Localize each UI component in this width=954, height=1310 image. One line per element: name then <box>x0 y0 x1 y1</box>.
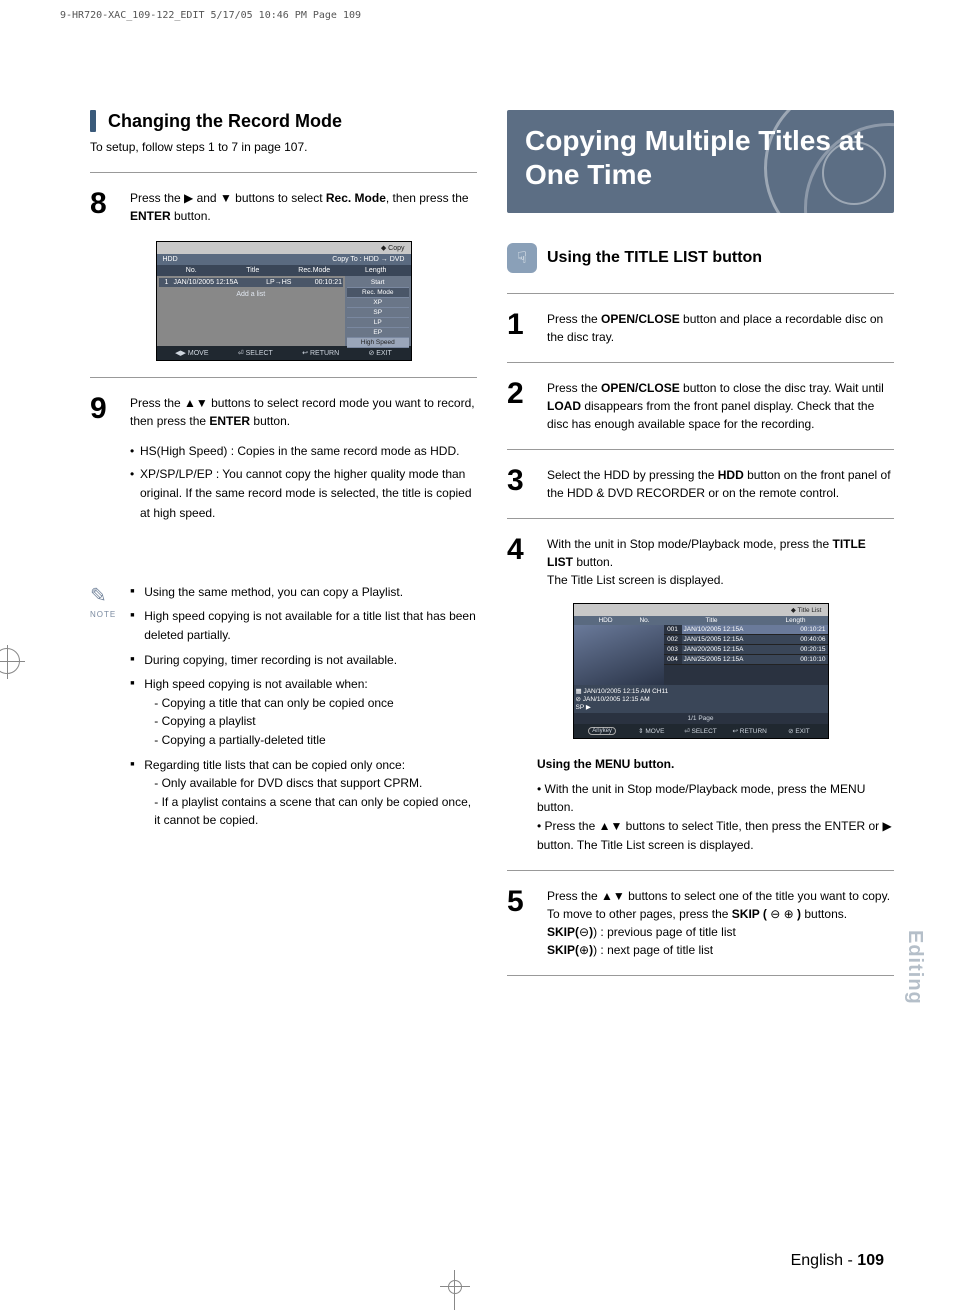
intro-text: To setup, follow steps 1 to 7 in page 10… <box>90 140 477 154</box>
feature-title-box: Copying Multiple Titles at One Time <box>507 110 894 213</box>
heading-change-record-mode: Changing the Record Mode <box>108 111 342 132</box>
note-list: Using the same method, you can copy a Pl… <box>130 583 477 836</box>
heading-accent <box>90 110 96 132</box>
page-footer: English - 109 <box>791 1252 884 1270</box>
step9-bullets: HS(High Speed) : Copies in the same reco… <box>130 442 477 523</box>
note-label: NOTE <box>90 610 116 619</box>
menu-button-section: Using the MENU button. • With the unit i… <box>537 755 894 854</box>
step-number-4: 4 <box>507 535 535 589</box>
subheading-title-list: Using the TITLE LIST button <box>547 249 762 267</box>
step-number-8: 8 <box>90 189 118 225</box>
step-number-9: 9 <box>90 394 118 430</box>
osd-title: ◆ Copy <box>157 242 411 254</box>
step-number-1: 1 <box>507 310 535 346</box>
right-column: Copying Multiple Titles at One Time ☟ Us… <box>507 110 894 992</box>
osd-title-list-screen: ◆ Title List HDDNo.TitleLength 001JAN/10… <box>573 603 829 739</box>
step-1-text: Press the OPEN/CLOSE button and place a … <box>547 310 894 346</box>
step-number-5: 5 <box>507 887 535 959</box>
osd-copy-screen: ◆ Copy HDDCopy To : HDD → DVD No.TitleRe… <box>156 241 412 361</box>
divider <box>90 377 477 378</box>
preview-thumbnail <box>574 625 664 685</box>
step-8-text: Press the ▶ and ▼ buttons to select Rec.… <box>130 189 477 225</box>
step-number-3: 3 <box>507 466 535 502</box>
divider <box>507 293 894 294</box>
side-tab-editing: Editing <box>903 930 926 1005</box>
left-column: Changing the Record Mode To setup, follo… <box>90 110 477 992</box>
step-5-text: Press the ▲▼ buttons to select one of th… <box>547 887 890 959</box>
divider <box>90 172 477 173</box>
step-2-text: Press the OPEN/CLOSE button to close the… <box>547 379 894 433</box>
note-icon: ✎ <box>90 583 116 608</box>
step-3-text: Select the HDD by pressing the HDD butto… <box>547 466 894 502</box>
hand-icon: ☟ <box>507 243 537 273</box>
step-9-text: Press the ▲▼ buttons to select record mo… <box>130 394 477 430</box>
note-icon-col: ✎ NOTE <box>90 583 116 836</box>
step-4-text: With the unit in Stop mode/Playback mode… <box>547 535 894 589</box>
step-number-2: 2 <box>507 379 535 433</box>
